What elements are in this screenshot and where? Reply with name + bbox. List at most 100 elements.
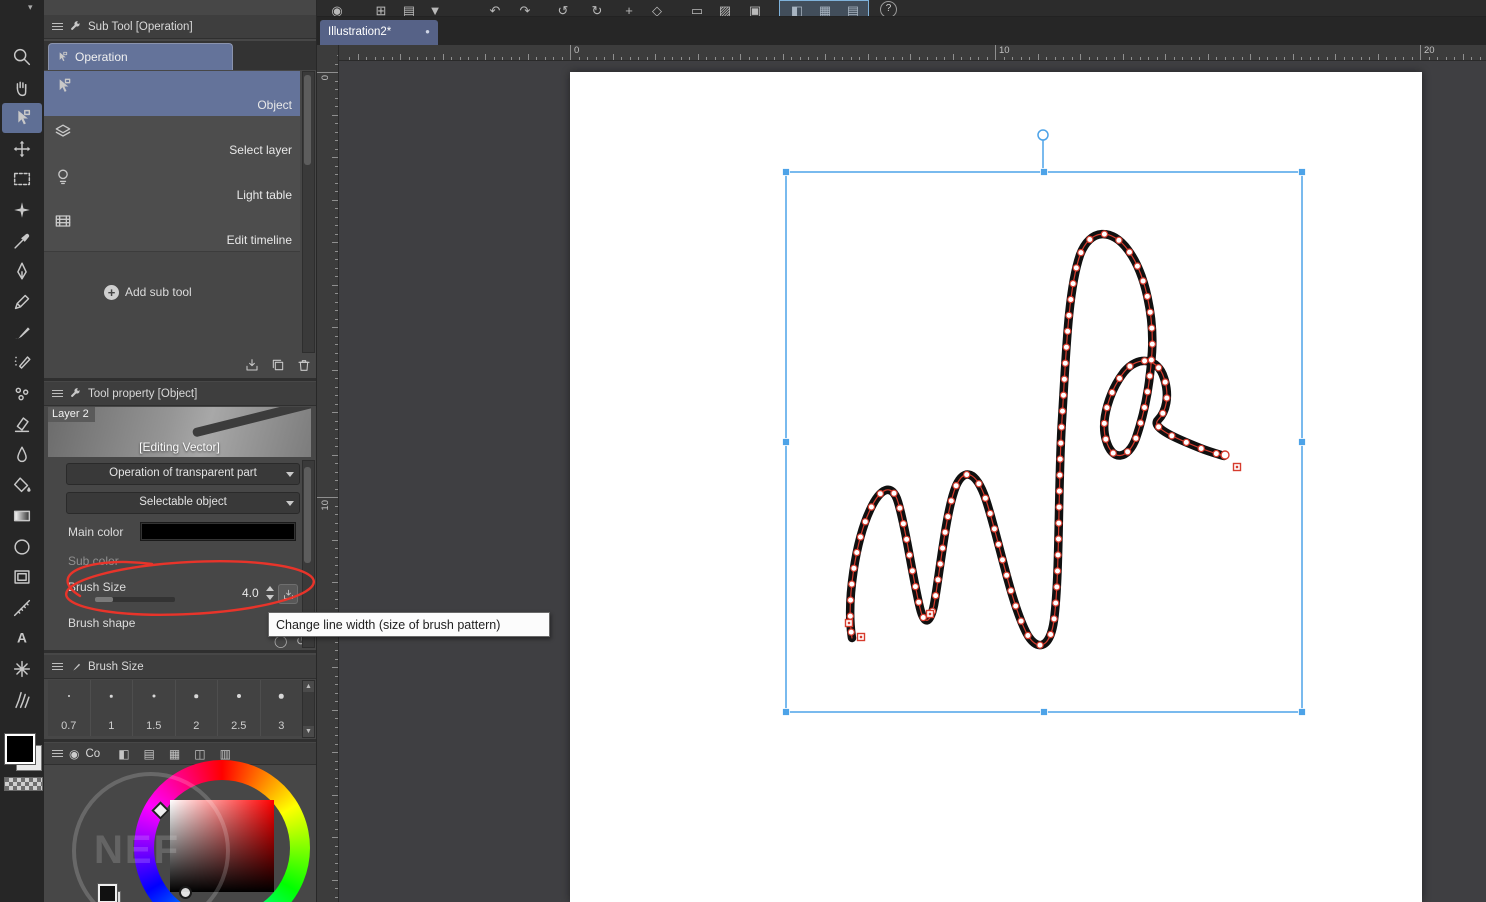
brush-preset-1.5[interactable]: 1.5 xyxy=(133,680,176,736)
ruler-tick xyxy=(335,573,338,575)
rotate-right-icon[interactable]: ↻ xyxy=(586,1,608,16)
toolbar-menu-caret-icon[interactable]: ▾ xyxy=(28,2,33,13)
subtool-group-tab-operation[interactable]: Operation xyxy=(48,43,233,70)
duplicate-subtool-button[interactable] xyxy=(268,356,288,374)
ruler-tick xyxy=(680,57,682,60)
undo-icon[interactable]: ↶ xyxy=(484,1,506,16)
brush-preset-0.7[interactable]: 0.7 xyxy=(48,680,91,736)
transparent-part-dropdown[interactable]: Operation of transparent part xyxy=(66,463,300,485)
ruler-tool[interactable] xyxy=(2,593,42,623)
main-color-swatch[interactable] xyxy=(4,733,36,765)
frame-border-tool[interactable] xyxy=(2,562,42,592)
crosshair-icon[interactable]: + xyxy=(618,1,640,16)
spinner-up-icon[interactable] xyxy=(266,586,274,591)
color-slider-tab-icon[interactable]: ▤ xyxy=(144,747,155,761)
spinner-down-icon[interactable] xyxy=(266,595,274,600)
ruler-tick xyxy=(335,165,338,167)
move-layer-tool[interactable] xyxy=(2,134,42,164)
brush-size-spinner[interactable] xyxy=(266,585,275,601)
text-tool[interactable] xyxy=(2,623,42,653)
selection-area-tool[interactable] xyxy=(2,164,42,194)
ruler-tick xyxy=(723,57,724,60)
blend-tool[interactable] xyxy=(2,440,42,470)
ruler-tick xyxy=(476,57,478,60)
brush-tool[interactable] xyxy=(2,317,42,347)
delete-subtool-button[interactable] xyxy=(294,356,314,374)
subtool-item-object[interactable]: Object xyxy=(44,71,300,117)
brush-preset-2.5[interactable]: 2.5 xyxy=(218,680,261,736)
transparent-color-swatch[interactable] xyxy=(4,777,43,791)
ruler-tick xyxy=(1309,57,1311,60)
ruler-tick xyxy=(335,420,338,422)
rotate-left-icon[interactable]: ↺ xyxy=(552,1,574,16)
selectable-object-dropdown[interactable]: Selectable object xyxy=(66,492,300,514)
tool-property-header[interactable]: Tool property [Object] xyxy=(44,382,316,406)
fill-tool[interactable] xyxy=(2,470,42,500)
clip-studio-icon[interactable]: ◉ xyxy=(326,1,348,16)
color-wheel-radio-icon[interactable]: ◉ xyxy=(69,747,79,761)
brush-size-slider[interactable] xyxy=(95,597,175,602)
brush-size-scrollbar[interactable]: ▲ ▼ xyxy=(302,680,315,738)
subtool-panel-header[interactable]: Sub Tool [Operation] xyxy=(44,15,316,39)
eyedropper-tool[interactable] xyxy=(2,226,42,256)
subtool-item-light-table[interactable]: Light table xyxy=(44,161,300,207)
mini-main-color-swatch[interactable] xyxy=(97,883,118,902)
transform-icon[interactable]: ▨ xyxy=(714,1,736,16)
document-tab[interactable]: Illustration2* ● xyxy=(320,20,438,45)
color-panel-header[interactable]: ◉ Co ◧ ▤ ▦ ◫ ▥ xyxy=(44,743,316,765)
main-color-well[interactable] xyxy=(140,522,296,541)
intermediate-color-tab-icon[interactable]: ◫ xyxy=(194,747,205,761)
ruler-tick xyxy=(1241,57,1243,60)
saturation-value-box[interactable] xyxy=(170,800,274,892)
panel-menu-icon[interactable] xyxy=(52,390,63,397)
import-subtool-button[interactable] xyxy=(242,356,262,374)
brush-size-value[interactable]: 4.0 xyxy=(242,586,259,600)
brush-size-source-button[interactable] xyxy=(278,584,298,604)
approx-color-tab-icon[interactable]: ▥ xyxy=(220,747,231,761)
operation-tool[interactable] xyxy=(2,103,42,134)
canvas-page[interactable] xyxy=(570,72,1422,902)
airbrush-tool[interactable] xyxy=(2,348,42,378)
sv-marker[interactable] xyxy=(179,886,192,899)
open-file-icon[interactable]: ▤ xyxy=(398,1,420,16)
scroll-down-icon[interactable]: ▼ xyxy=(303,726,314,737)
stream-line-tool[interactable] xyxy=(2,685,42,715)
eraser-tool[interactable] xyxy=(2,409,42,439)
brush-size-panel-header[interactable]: Brush Size xyxy=(44,655,316,679)
panel-menu-icon[interactable] xyxy=(52,663,63,670)
saturated-line-tool[interactable] xyxy=(2,654,42,684)
zoom-tool[interactable] xyxy=(2,42,42,72)
hand-tool[interactable] xyxy=(2,73,42,103)
ruler-tick xyxy=(663,57,665,60)
save-dropdown-icon[interactable]: ▼ xyxy=(424,1,446,16)
pen-tool[interactable] xyxy=(2,256,42,286)
snap-icon[interactable]: ◇ xyxy=(646,1,668,16)
decoration-tool[interactable] xyxy=(2,379,42,409)
ruler-tick xyxy=(961,57,962,60)
subtool-item-select-layer[interactable]: Select layer xyxy=(44,116,300,162)
scroll-up-icon[interactable]: ▲ xyxy=(303,681,314,692)
brush-preset-2[interactable]: 2 xyxy=(176,680,218,736)
brush-preset-1[interactable]: 1 xyxy=(91,680,133,736)
subtool-scrollbar[interactable] xyxy=(302,71,315,353)
subtool-item-edit-timeline[interactable]: Edit timeline xyxy=(44,206,300,252)
gradient-tool[interactable] xyxy=(2,501,42,531)
panel-menu-icon[interactable] xyxy=(52,750,63,757)
panel-menu-icon[interactable] xyxy=(52,23,63,30)
auto-select-tool[interactable] xyxy=(2,195,42,225)
redo-icon[interactable]: ↷ xyxy=(514,1,536,16)
new-file-icon[interactable]: ⊞ xyxy=(370,1,392,16)
color-set-tab-icon[interactable]: ▦ xyxy=(169,747,180,761)
stream-line-tool-icon xyxy=(11,689,33,711)
ruler-tick xyxy=(1156,57,1158,60)
ruler-tick xyxy=(335,335,338,337)
color-wheel-tab-icon[interactable]: ◧ xyxy=(118,747,129,761)
brush-preset-3[interactable]: 3 xyxy=(261,680,303,736)
add-subtool-button[interactable]: + Add sub tool xyxy=(104,282,254,302)
help-icon[interactable]: ? xyxy=(880,1,897,16)
figure-tool[interactable] xyxy=(2,532,42,562)
select-area-icon[interactable]: ▭ xyxy=(686,1,708,16)
pencil-tool[interactable] xyxy=(2,287,42,317)
ruler-tick xyxy=(952,54,954,60)
grid-icon[interactable]: ▣ xyxy=(744,1,766,16)
